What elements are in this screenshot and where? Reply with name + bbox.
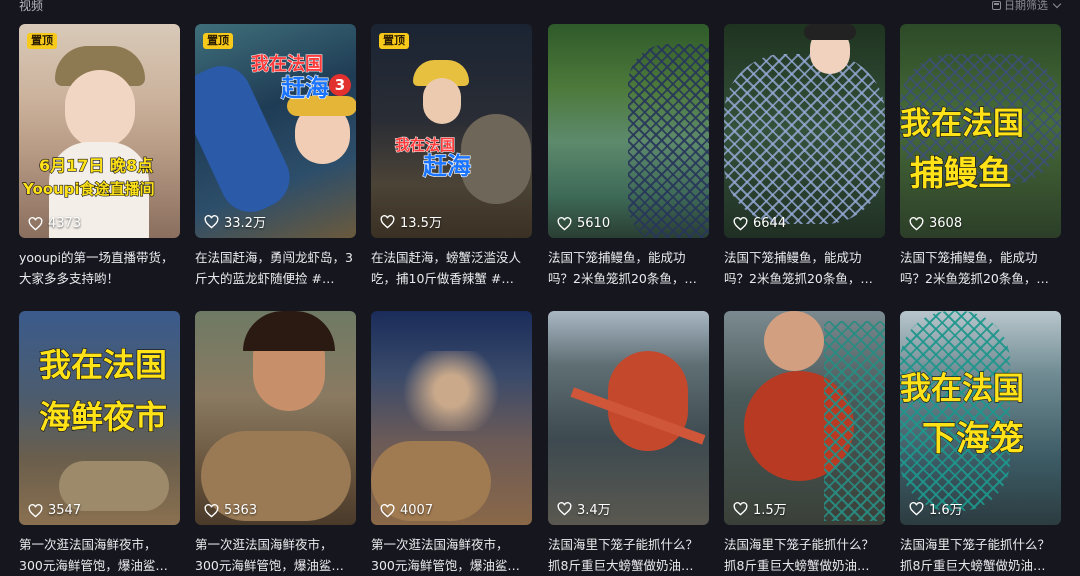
video-description[interactable]: 法国下笼捕鳗鱼，能成功吗？2米鱼笼抓20条鱼，…	[548, 247, 709, 289]
heart-icon	[909, 501, 924, 516]
header-bar: 视频 日期筛选	[0, 0, 1080, 14]
heart-icon	[204, 214, 219, 229]
heart-icon	[733, 501, 748, 516]
heart-icon	[557, 216, 572, 231]
video-card[interactable]: 我在法国 下海笼 1.6万 法国海里下笼子能抓什么？抓8斤重巨大螃蟹做奶油…	[900, 311, 1061, 576]
pinned-badge: 置顶	[27, 33, 57, 49]
date-filter-label: 日期筛选	[1004, 0, 1048, 12]
video-card[interactable]: 4007 第一次逛法国海鲜夜市，300元海鲜管饱，爆油鲨…	[371, 311, 532, 576]
overlay-text: 赶海	[280, 73, 329, 102]
video-card[interactable]: 我在法国 捕鳗鱼 3608 法国下笼捕鳗鱼，能成功吗？2米鱼笼抓20条鱼，…	[900, 24, 1061, 289]
video-card[interactable]: 置顶 我在法国 赶海 3 33.2万 在法国赶海，勇闯龙虾岛，3斤大的蓝龙虾随便…	[195, 24, 356, 289]
chevron-down-icon	[1052, 0, 1062, 8]
like-count: 4007	[380, 503, 433, 518]
like-count: 5610	[557, 216, 610, 231]
video-thumbnail[interactable]: 我在法国 捕鳗鱼 3608	[900, 24, 1061, 238]
like-count: 6644	[733, 216, 786, 231]
like-count: 1.5万	[733, 499, 787, 518]
video-description[interactable]: 第一次逛法国海鲜夜市，300元海鲜管饱，爆油鲨…	[371, 534, 532, 576]
heart-icon	[557, 501, 572, 516]
like-count: 33.2万	[204, 212, 266, 231]
like-count: 3608	[909, 216, 962, 231]
video-thumbnail[interactable]: 3.4万	[548, 311, 709, 525]
video-thumbnail[interactable]: 置顶 我在法国 赶海 3 33.2万	[195, 24, 356, 238]
like-count: 13.5万	[380, 212, 442, 231]
overlay-text: 我在法国	[251, 54, 324, 76]
video-thumbnail[interactable]: 我在法国 海鲜夜市 3547	[19, 311, 180, 525]
video-thumbnail[interactable]: 我在法国 下海笼 1.6万	[900, 311, 1061, 525]
overlay-text: 我在法国	[900, 370, 1025, 407]
overlay-text: 3	[329, 74, 351, 96]
video-thumbnail[interactable]: 置顶 我在法国 赶海 13.5万	[371, 24, 532, 238]
date-filter-button[interactable]: 日期筛选	[992, 0, 1062, 13]
overlay-text: 6月17日 晚8点	[38, 155, 154, 175]
overlay-text: 捕鳗鱼	[909, 153, 1012, 194]
like-count: 3547	[28, 503, 81, 518]
heart-icon	[204, 503, 219, 518]
pinned-badge: 置顶	[379, 33, 409, 49]
like-count: 3.4万	[557, 499, 611, 518]
video-card[interactable]: 3.4万 法国海里下笼子能抓什么？抓8斤重巨大螃蟹做奶油…	[548, 311, 709, 576]
section-title: 视频	[19, 0, 44, 13]
video-card[interactable]: 6644 法国下笼捕鳗鱼，能成功吗？2米鱼笼抓20条鱼，…	[724, 24, 885, 289]
video-card[interactable]: 5363 第一次逛法国海鲜夜市，300元海鲜管饱，爆油鲨…	[195, 311, 356, 576]
like-count: 4373	[28, 216, 81, 231]
video-card[interactable]: 1.5万 法国海里下笼子能抓什么？抓8斤重巨大螃蟹做奶油…	[724, 311, 885, 576]
video-card[interactable]: 置顶 6月17日 晚8点 Yooupi食途直播间 4373 yooupi的第一场…	[19, 24, 180, 289]
video-card[interactable]: 我在法国 海鲜夜市 3547 第一次逛法国海鲜夜市，300元海鲜管饱，爆油鲨…	[19, 311, 180, 576]
like-count: 5363	[204, 503, 257, 518]
video-card[interactable]: 5610 法国下笼捕鳗鱼，能成功吗？2米鱼笼抓20条鱼，…	[548, 24, 709, 289]
heart-icon	[733, 216, 748, 231]
overlay-text: 我在法国	[38, 345, 168, 384]
video-description[interactable]: 法国海里下笼子能抓什么？抓8斤重巨大螃蟹做奶油…	[548, 534, 709, 576]
calendar-icon	[992, 0, 1001, 10]
video-description[interactable]: 第一次逛法国海鲜夜市，300元海鲜管饱，爆油鲨…	[19, 534, 180, 576]
video-description[interactable]: 法国海里下笼子能抓什么？抓8斤重巨大螃蟹做奶油…	[900, 534, 1061, 576]
heart-icon	[28, 503, 43, 518]
video-thumbnail[interactable]: 6644	[724, 24, 885, 238]
overlay-text: 我在法国	[900, 105, 1025, 142]
video-thumbnail[interactable]: 5610	[548, 24, 709, 238]
overlay-text: 赶海	[422, 151, 471, 180]
video-description[interactable]: 在法国赶海，勇闯龙虾岛，3斤大的蓝龙虾随便捡 #…	[195, 247, 356, 289]
heart-icon	[28, 216, 43, 231]
video-thumbnail[interactable]: 置顶 6月17日 晚8点 Yooupi食途直播间 4373	[19, 24, 180, 238]
video-description[interactable]: 法国下笼捕鳗鱼，能成功吗？2米鱼笼抓20条鱼，…	[724, 247, 885, 289]
video-thumbnail[interactable]: 4007	[371, 311, 532, 525]
video-card[interactable]: 置顶 我在法国 赶海 13.5万 在法国赶海，螃蟹泛滥没人吃，捕10斤做香辣蟹 …	[371, 24, 532, 289]
video-description[interactable]: 法国海里下笼子能抓什么？抓8斤重巨大螃蟹做奶油…	[724, 534, 885, 576]
video-thumbnail[interactable]: 5363	[195, 311, 356, 525]
video-description[interactable]: yooupi的第一场直播带货，大家多多支持哟！	[19, 247, 180, 289]
overlay-text: Yooupi食途直播间	[22, 179, 155, 198]
pinned-badge: 置顶	[203, 33, 233, 49]
like-count: 1.6万	[909, 499, 963, 518]
video-description[interactable]: 第一次逛法国海鲜夜市，300元海鲜管饱，爆油鲨…	[195, 534, 356, 576]
overlay-text: 海鲜夜市	[38, 397, 168, 436]
heart-icon	[909, 216, 924, 231]
heart-icon	[380, 503, 395, 518]
overlay-text: 下海笼	[921, 418, 1024, 459]
video-description[interactable]: 在法国赶海，螃蟹泛滥没人吃，捕10斤做香辣蟹 #…	[371, 247, 532, 289]
video-thumbnail[interactable]: 1.5万	[724, 311, 885, 525]
heart-icon	[380, 214, 395, 229]
video-description[interactable]: 法国下笼捕鳗鱼，能成功吗？2米鱼笼抓20条鱼，…	[900, 247, 1061, 289]
